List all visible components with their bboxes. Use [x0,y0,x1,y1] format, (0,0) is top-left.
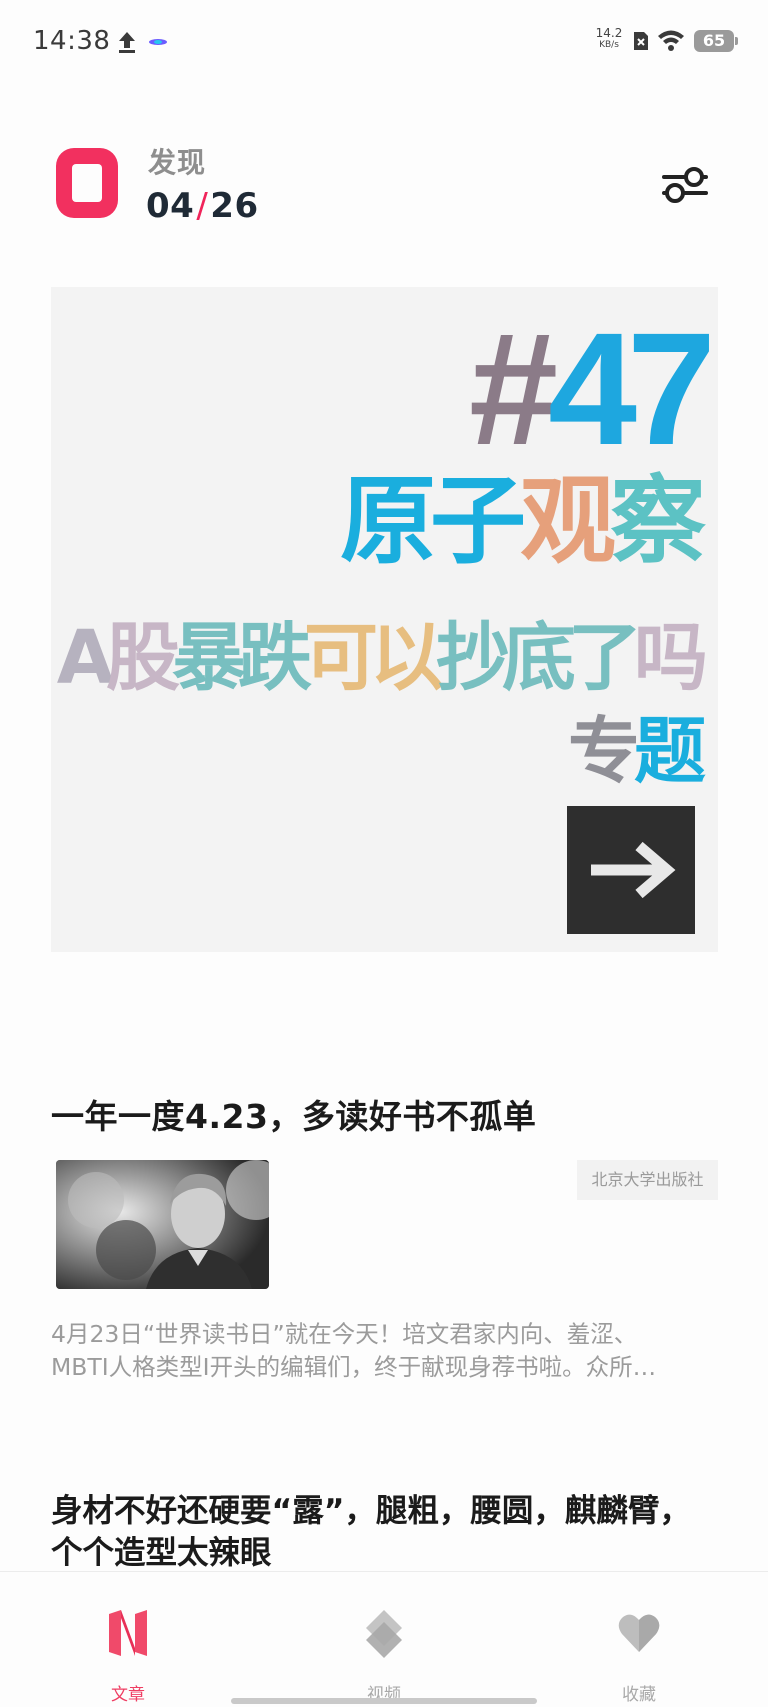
heart-icon [618,1614,660,1652]
banner-text-part: 吗 [634,615,708,701]
article-thumbnail[interactable] [56,1160,269,1289]
network-speed-value: 14.2 [595,26,623,40]
app-logo [56,148,118,218]
banner-headline: A股暴跌可以抄底了吗 [57,621,708,695]
banner-text-part: 题 [633,709,706,793]
date-month: 04 [146,186,195,226]
author-portrait-image [56,1160,269,1289]
excerpt-line: MBTI人格类型I开头的编辑们，终于献现身荐书啦。众所… [51,1353,657,1381]
source-tag[interactable]: 北京大学出版社 [577,1160,718,1200]
banner-series-title: 原子观察 [340,473,706,569]
banner-text-part: 观 [520,465,616,577]
banner-text-part: 专 [567,709,640,793]
arrow-right-icon [591,841,676,899]
header-date: 04/26 [146,186,259,226]
bottom-nav: 文章 视频 收藏 [0,1571,768,1707]
nav-item-videos[interactable]: 视频 [304,1572,464,1707]
wifi-icon [658,30,684,51]
battery-indicator: 65 [694,30,738,52]
banner-text-part: 可以 [304,615,444,701]
video-icon [366,1610,402,1658]
banner-text-part: 察 [610,465,706,577]
status-bar: 14:38 14.2 KB/s 65 [0,0,768,84]
nav-label: 文章 [111,1685,145,1705]
home-indicator[interactable] [231,1698,537,1704]
network-speed: 14.2 KB/s [592,26,626,50]
banner-text-part: 暴跌 [172,615,312,701]
banner-text-part: 股 [106,615,180,701]
article-title[interactable]: 一年一度4.23，多读好书不孤单 [51,1090,536,1138]
nav-item-articles[interactable]: 文章 [48,1572,208,1707]
sim-card-icon [634,32,648,50]
banner-issue-number: #47 [469,309,716,469]
upload-icon [119,32,135,53]
banner-text-part: A [56,615,114,701]
filter-settings-icon[interactable] [660,162,710,208]
banner-topic-label: 专题 [568,715,706,787]
status-time: 14:38 [33,26,111,56]
banner-hash: # [469,299,558,478]
banner-number: 47 [548,299,716,478]
date-separator: / [196,186,209,226]
nav-item-favorites[interactable]: 收藏 [559,1572,719,1707]
article-n-icon [109,1610,147,1656]
date-day: 26 [210,186,259,226]
banner-arrow-button[interactable] [567,806,695,934]
featured-banner[interactable]: #47 原子观察 A股暴跌可以抄底了吗 专题 [51,287,718,952]
app-notification-icon [149,39,167,45]
banner-text-part: 原子 [340,465,526,577]
article-excerpt: 4月23日“世界读书日”就在今天！培文君家内向、羞涩、 MBTI人格类型I开头的… [51,1318,721,1384]
nav-label: 收藏 [622,1685,656,1705]
banner-text-part: 抄底了 [436,615,642,701]
network-speed-unit: KB/s [599,40,619,50]
excerpt-line: 4月23日“世界读书日”就在今天！培文君家内向、羞涩、 [51,1320,638,1348]
article-title[interactable]: 身材不好还硬要“露”，腿粗，腰圆，麒麟臂，个个造型太辣眼 [51,1490,721,1574]
page-title: 发现 [148,146,207,179]
